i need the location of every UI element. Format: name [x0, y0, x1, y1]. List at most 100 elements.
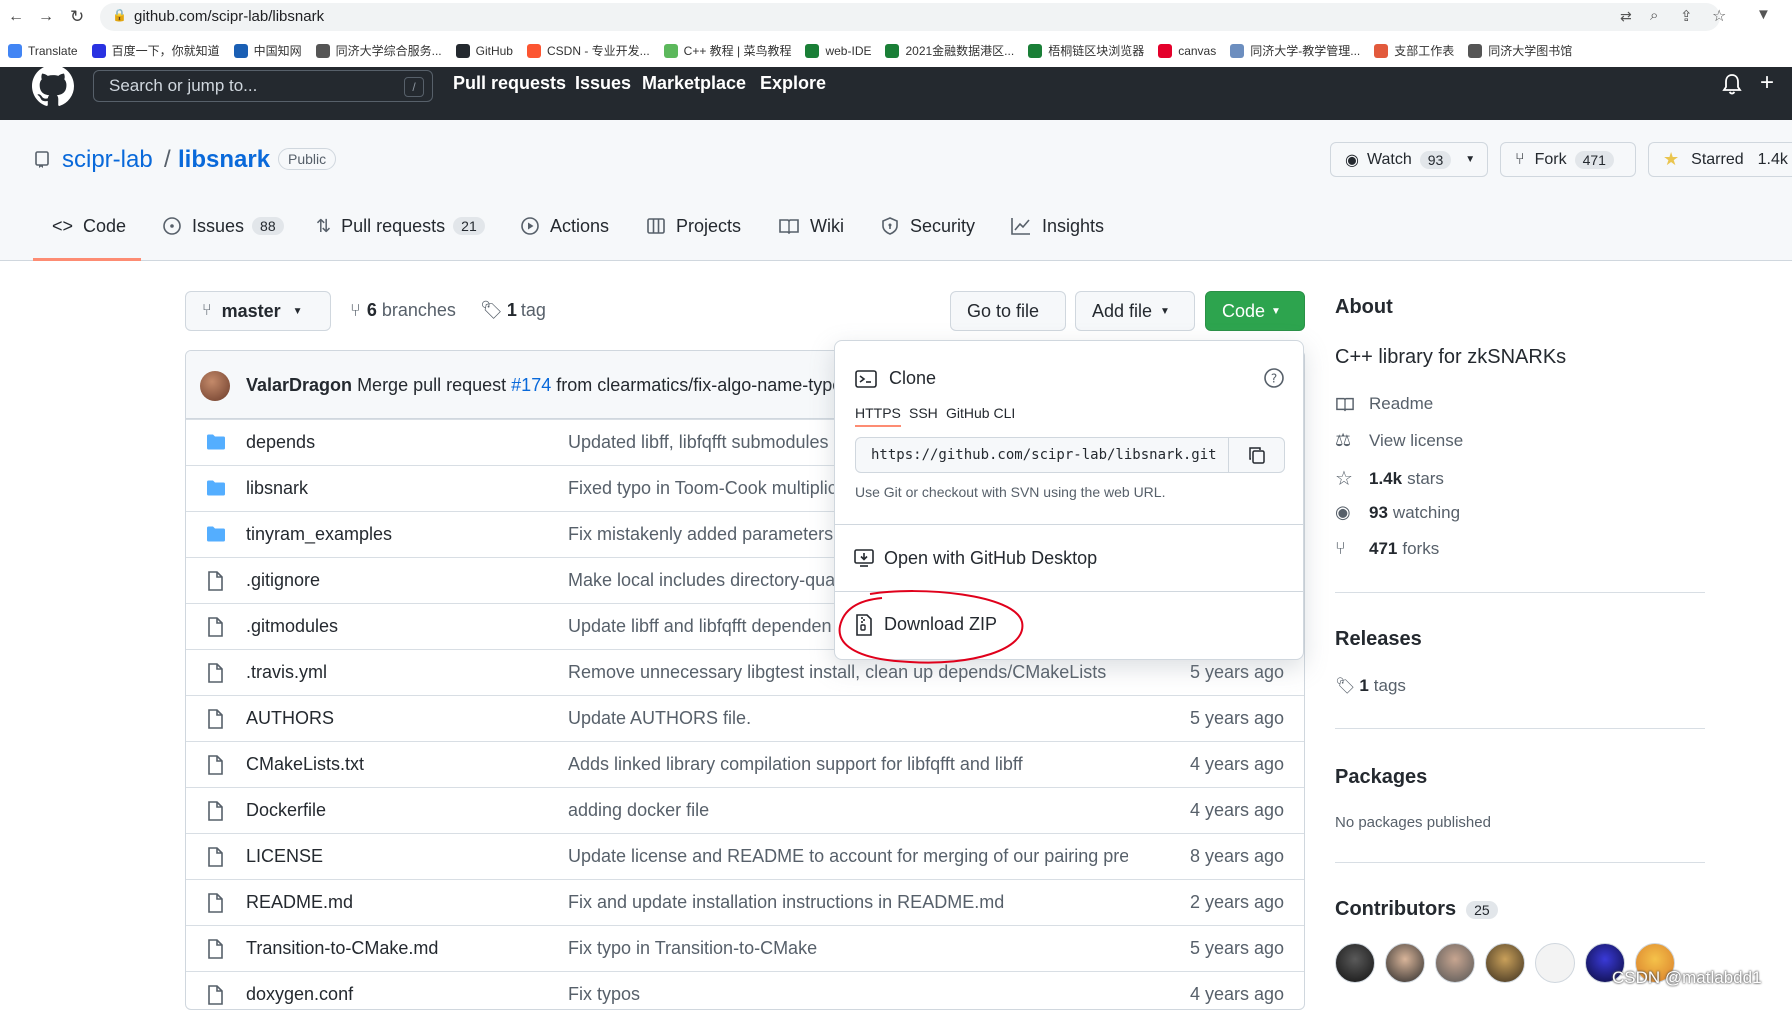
bookmark-item[interactable]: 梧桐链区块浏览器	[1028, 42, 1144, 59]
open-desktop-item[interactable]: Open with GitHub Desktop	[835, 525, 1303, 591]
github-logo-icon[interactable]	[32, 65, 74, 107]
translate-icon[interactable]: ⇄	[1620, 8, 1632, 25]
avatar[interactable]	[1385, 943, 1425, 983]
file-name[interactable]: LICENSE	[246, 846, 323, 867]
pr-link[interactable]: #174	[511, 375, 551, 395]
file-name[interactable]: Transition-to-CMake.md	[246, 938, 438, 959]
file-name[interactable]: doxygen.conf	[246, 984, 353, 1005]
commit-message-link[interactable]: Update AUTHORS file.	[568, 708, 1128, 729]
bookmark-item[interactable]: 中国知网	[233, 42, 302, 59]
search-input[interactable]: Search or jump to... /	[93, 70, 433, 102]
stars-link[interactable]: ☆ 1.4k stars	[1335, 466, 1444, 491]
tab-ssh[interactable]: SSH	[909, 405, 938, 421]
commit-message-link[interactable]: Update license and README to account for…	[568, 846, 1128, 867]
reload-icon[interactable]: ↻	[70, 7, 84, 27]
avatar[interactable]	[1535, 943, 1575, 983]
watch-button[interactable]: ◉ Watch 93 ▼	[1330, 142, 1488, 177]
commit-message-link[interactable]: adding docker file	[568, 800, 1128, 821]
file-name[interactable]: AUTHORS	[246, 708, 334, 729]
file-name[interactable]: tinyram_examples	[246, 524, 392, 545]
address-bar[interactable]: 🔒 github.com/scipr-lab/libsnark	[100, 3, 1720, 31]
bookmark-item[interactable]: web-IDE	[805, 43, 871, 58]
bookmark-item[interactable]: 支部工作表	[1374, 42, 1454, 59]
code-button[interactable]: Code ▼	[1205, 291, 1305, 331]
bookmark-item[interactable]: CSDN - 专业开发...	[526, 42, 650, 59]
share-icon[interactable]: ⇪	[1680, 7, 1693, 25]
table-row[interactable]: CMakeLists.txt Adds linked library compil…	[186, 741, 1304, 787]
bookmark-item[interactable]: C++ 教程 | 菜鸟教程	[663, 42, 791, 59]
tab-pull-requests[interactable]: ⇅ Pull requests 21	[316, 202, 485, 250]
nav-pull-requests[interactable]: Pull requests	[453, 73, 566, 94]
branches-link[interactable]: ⑂ 6 branches	[350, 300, 456, 321]
copy-button[interactable]	[1228, 437, 1285, 473]
tab-security[interactable]: Security	[880, 202, 975, 250]
commit-message-link[interactable]: Fix typo in Transition-to-CMake	[568, 938, 1128, 959]
table-row[interactable]: LICENSE Update license and README to acco…	[186, 833, 1304, 879]
bookmark-item[interactable]: 同济大学-教学管理...	[1230, 42, 1360, 59]
repo-name-link[interactable]: libsnark	[178, 146, 270, 174]
bookmark-item[interactable]: 百度一下，你就知道	[91, 42, 220, 59]
bookmark-item[interactable]: 2021金融数据港区...	[885, 42, 1014, 59]
fork-button[interactable]: ⑂ Fork 471	[1500, 142, 1636, 177]
file-name[interactable]: .gitignore	[246, 570, 320, 591]
file-name[interactable]: Dockerfile	[246, 800, 326, 821]
branch-select-button[interactable]: ⑂ master ▼	[185, 291, 331, 331]
table-row[interactable]: doxygen.conf Fix typos 4 years ago	[186, 971, 1304, 1009]
extension-icon[interactable]: ▼	[1756, 6, 1771, 23]
tab-code[interactable]: <> Code	[52, 202, 126, 250]
watching-link[interactable]: ◉ 93 watching	[1335, 502, 1460, 523]
sidebar-tags-link[interactable]: 🏷 1 tags	[1335, 676, 1406, 696]
commit-message-link[interactable]: Fix typos	[568, 984, 1128, 1005]
back-icon[interactable]: ←	[8, 8, 24, 26]
file-name[interactable]: CMakeLists.txt	[246, 754, 364, 775]
commit-message-link[interactable]: Adds linked library compilation support …	[568, 754, 1128, 775]
bookmark-item[interactable]: Translate	[8, 43, 78, 58]
repo-owner-link[interactable]: scipr-lab	[62, 146, 153, 174]
nav-marketplace[interactable]: Marketplace	[642, 73, 746, 94]
bookmark-item[interactable]: 同济大学综合服务...	[315, 42, 442, 59]
file-name[interactable]: .gitmodules	[246, 616, 338, 637]
forward-icon[interactable]: →	[38, 8, 54, 26]
bookmark-item[interactable]: GitHub	[455, 43, 513, 58]
tab-https[interactable]: HTTPS	[855, 405, 901, 421]
bookmark-star-icon[interactable]: ☆	[1712, 6, 1726, 26]
tab-issues[interactable]: Issues 88	[162, 202, 284, 250]
file-name[interactable]: depends	[246, 432, 315, 453]
tags-link[interactable]: 🏷 1 tag	[480, 300, 546, 321]
zoom-icon[interactable]: ⌕	[1650, 7, 1658, 24]
go-to-file-button[interactable]: Go to file	[950, 291, 1066, 331]
clone-url-input[interactable]: https://github.com/scipr-lab/libsnark.gi…	[855, 437, 1285, 473]
releases-title[interactable]: Releases	[1335, 628, 1422, 651]
add-file-button[interactable]: Add file ▼	[1075, 291, 1195, 331]
avatar[interactable]	[200, 371, 230, 401]
table-row[interactable]: Transition-to-CMake.md Fix typo in Transi…	[186, 925, 1304, 971]
starred-button[interactable]: ★ Starred 1.4k	[1648, 142, 1792, 177]
table-row[interactable]: AUTHORS Update AUTHORS file. 5 years ago	[186, 695, 1304, 741]
tab-wiki[interactable]: Wiki	[778, 202, 844, 250]
table-row[interactable]: Dockerfile adding docker file 4 years ago	[186, 787, 1304, 833]
file-name[interactable]: libsnark	[246, 478, 308, 499]
nav-issues[interactable]: Issues	[575, 73, 631, 94]
commit-author[interactable]: ValarDragon	[246, 375, 352, 395]
packages-title[interactable]: Packages	[1335, 766, 1427, 789]
notifications-bell-icon[interactable]	[1722, 73, 1742, 95]
tab-github-cli[interactable]: GitHub CLI	[946, 405, 1015, 421]
create-new-plus-icon[interactable]: +	[1760, 69, 1774, 97]
nav-explore[interactable]: Explore	[760, 73, 826, 94]
forks-link[interactable]: ⑂ 471 forks	[1335, 538, 1439, 559]
license-link[interactable]: ⚖ View license	[1335, 430, 1463, 451]
avatar[interactable]	[1485, 943, 1525, 983]
tab-actions[interactable]: Actions	[520, 202, 609, 250]
tab-projects[interactable]: Projects	[646, 202, 741, 250]
table-row[interactable]: README.md Fix and update installation ins…	[186, 879, 1304, 925]
question-help-icon[interactable]: ?	[1263, 367, 1285, 389]
file-name[interactable]: README.md	[246, 892, 353, 913]
bookmark-item[interactable]: 同济大学图书馆	[1468, 42, 1572, 59]
readme-link[interactable]: Readme	[1335, 394, 1433, 414]
bookmark-item[interactable]: canvas	[1158, 43, 1216, 58]
contributors-header[interactable]: Contributors 25	[1335, 898, 1498, 921]
tab-insights[interactable]: Insights	[1010, 202, 1104, 250]
commit-message-link[interactable]: Fix and update installation instructions…	[568, 892, 1128, 913]
file-name[interactable]: .travis.yml	[246, 662, 327, 683]
avatar[interactable]	[1435, 943, 1475, 983]
